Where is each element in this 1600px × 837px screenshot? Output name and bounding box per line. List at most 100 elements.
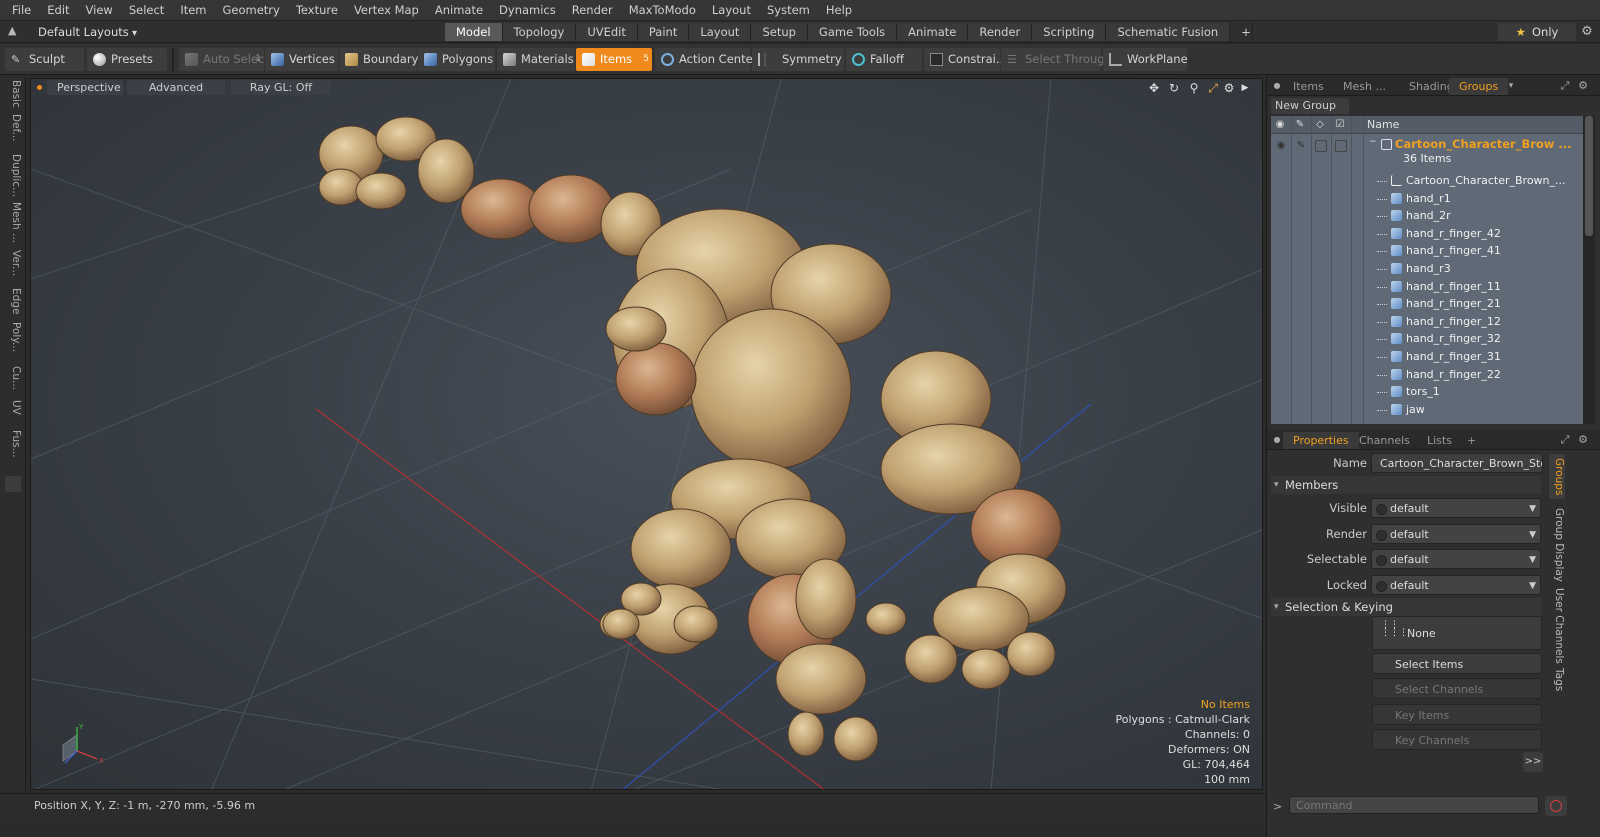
members-section[interactable]: Members — [1271, 476, 1541, 494]
auto-select-button[interactable]: Auto Select 1 — [179, 48, 269, 71]
side-tab-tags[interactable]: Tags — [1549, 668, 1565, 691]
left-panel-toggle[interactable] — [5, 476, 21, 492]
tab-schematic-fusion[interactable]: Schematic Fusion — [1106, 23, 1231, 41]
eye-icon[interactable]: ◉ — [1275, 140, 1287, 152]
list-item[interactable]: hand_r_finger_11 — [1271, 278, 1583, 296]
visible-select[interactable]: default ▼ — [1371, 498, 1541, 518]
layout-dropdown[interactable]: Default Layouts — [30, 23, 145, 41]
left-tab-5[interactable]: Edge — [4, 288, 22, 314]
tab-paint[interactable]: Paint — [637, 23, 690, 41]
tab-animate[interactable]: Animate — [897, 23, 969, 41]
pan-icon[interactable]: ✥ — [1146, 80, 1162, 96]
raygl-toggle[interactable]: Ray GL: Off — [231, 80, 331, 95]
add-layout-tab-button[interactable]: + — [1230, 23, 1254, 41]
side-tab-group-display[interactable]: Group Display — [1549, 508, 1565, 582]
3d-viewport[interactable]: Perspective Advanced Ray GL: Off ✥ ↻ ⚲ ⤢… — [30, 78, 1263, 790]
tab-items[interactable]: Items — [1283, 78, 1334, 95]
list-item[interactable]: hand_r1 — [1271, 190, 1583, 208]
menu-select[interactable]: Select — [121, 0, 172, 21]
left-tab-1[interactable]: Def... — [4, 114, 22, 142]
menu-texture[interactable]: Texture — [288, 0, 346, 21]
symmetry-button[interactable]: Symmetry — [752, 48, 844, 71]
left-tab-8[interactable]: UV — [4, 400, 22, 415]
list-item[interactable]: hand_r_finger_31 — [1271, 348, 1583, 366]
materials-button[interactable]: Materials — [497, 48, 575, 71]
selectable-select[interactable]: default ▼ — [1371, 549, 1541, 569]
tab-game-tools[interactable]: Game Tools — [807, 23, 898, 41]
left-tab-4[interactable]: Ver... — [4, 250, 22, 276]
properties-gear-icon[interactable]: ⚙ — [1575, 432, 1591, 448]
select-items-button[interactable]: Select Items — [1372, 653, 1542, 674]
boundary-button[interactable]: Boundary — [339, 48, 418, 71]
command-input[interactable] — [1289, 796, 1539, 814]
list-item[interactable]: hand_r_finger_41 — [1271, 242, 1583, 260]
constraints-button[interactable]: Constrai... — [924, 48, 1007, 71]
list-item[interactable]: hand_r_finger_12 — [1271, 313, 1583, 331]
properties-maximize-icon[interactable]: ⤢ — [1557, 432, 1573, 448]
list-item[interactable]: Cartoon_Character_Brown_... — [1271, 172, 1583, 190]
menu-edit[interactable]: Edit — [39, 0, 77, 21]
collapse-icon[interactable]: − — [1369, 137, 1377, 147]
layout-menu-icon[interactable]: ▲ — [8, 24, 22, 38]
menu-geometry[interactable]: Geometry — [215, 0, 288, 21]
left-tab-9[interactable]: Fus... — [4, 430, 22, 458]
viewport-gear-icon[interactable]: ⚙ — [1221, 80, 1237, 96]
tab-setup[interactable]: Setup — [751, 23, 808, 41]
polygons-button[interactable]: Polygons — [418, 48, 495, 71]
tab-topology[interactable]: Topology — [502, 23, 577, 41]
view-mode-dropdown[interactable]: Perspective — [47, 80, 123, 95]
tab-lists[interactable]: Lists — [1417, 432, 1462, 449]
list-item[interactable]: hand_r_finger_42 — [1271, 225, 1583, 243]
panel-gear-icon[interactable]: ⚙ — [1575, 78, 1591, 94]
left-tab-3[interactable]: Mesh ... — [4, 202, 22, 243]
key-items-button[interactable]: Key Items — [1372, 704, 1542, 725]
tab-uvedit[interactable]: UVEdit — [576, 23, 638, 41]
select-column-icon[interactable]: ◇ — [1313, 118, 1327, 132]
maximize-icon[interactable]: ⤢ — [1557, 78, 1573, 94]
tab-render[interactable]: Render — [968, 23, 1033, 41]
shading-dropdown[interactable]: Advanced — [127, 80, 225, 95]
key-channels-button[interactable]: Key Channels — [1372, 729, 1542, 750]
zoom-icon[interactable]: ⚲ — [1186, 80, 1202, 96]
viewport-scene[interactable] — [31, 79, 1263, 790]
render-select[interactable]: default ▼ — [1371, 524, 1541, 544]
group-list-scrollbar[interactable] — [1583, 116, 1595, 424]
render-column-icon[interactable]: ✎ — [1293, 118, 1307, 132]
tab-scripting[interactable]: Scripting — [1032, 23, 1107, 41]
presets-button[interactable]: Presets — [87, 48, 167, 71]
name-field[interactable]: Cartoon_Character_Brown_Stone — [1371, 453, 1543, 473]
tab-model[interactable]: Model — [445, 23, 503, 41]
menu-vertex-map[interactable]: Vertex Map — [346, 0, 427, 21]
fit-icon[interactable]: ⤢ — [1205, 80, 1221, 96]
select-through-button[interactable]: ☰ Select Through — [1001, 48, 1112, 71]
new-group-button[interactable]: New Group — [1271, 98, 1349, 114]
key-mode-button[interactable]: ⋮⋮ ⋮⋮⋮ None — [1372, 616, 1542, 650]
side-tab-groups[interactable]: Groups — [1549, 454, 1565, 500]
list-item[interactable]: hand_r_finger_21 — [1271, 295, 1583, 313]
viewport-menu-dot[interactable] — [37, 85, 42, 90]
workplane-button[interactable]: WorkPlane — [1103, 48, 1188, 71]
rotate-icon[interactable]: ↻ — [1166, 80, 1182, 96]
list-item[interactable]: hand_r3 — [1271, 260, 1583, 278]
tab-channels[interactable]: Channels — [1349, 432, 1420, 449]
sculpt-button[interactable]: ✎ Sculpt — [5, 48, 84, 71]
items-button[interactable]: Items 5 — [576, 48, 652, 71]
list-item[interactable]: hand_r_finger_22 — [1271, 366, 1583, 384]
list-item[interactable]: hand_r_finger_32 — [1271, 330, 1583, 348]
menu-layout[interactable]: Layout — [704, 0, 759, 21]
left-tab-7[interactable]: Cu... — [4, 366, 22, 390]
locked-select[interactable]: default ▼ — [1371, 575, 1541, 595]
vertices-button[interactable]: Vertices — [265, 48, 338, 71]
gear-icon[interactable]: ⚙ — [1578, 23, 1596, 41]
tab-overflow-icon[interactable]: ▾ — [1503, 78, 1519, 94]
lock-column-icon[interactable]: ☑ — [1333, 118, 1347, 132]
expand-button[interactable]: >> — [1523, 752, 1543, 772]
tab-layout[interactable]: Layout — [689, 23, 752, 41]
list-item[interactable]: hand_2r — [1271, 207, 1583, 225]
menu-file[interactable]: File — [4, 0, 39, 21]
menu-view[interactable]: View — [78, 0, 121, 21]
menu-dynamics[interactable]: Dynamics — [491, 0, 564, 21]
select-channels-button[interactable]: Select Channels — [1372, 678, 1542, 699]
viewport-expand-icon[interactable]: ▶ — [1237, 80, 1253, 96]
tab-groups[interactable]: Groups — [1449, 78, 1509, 95]
